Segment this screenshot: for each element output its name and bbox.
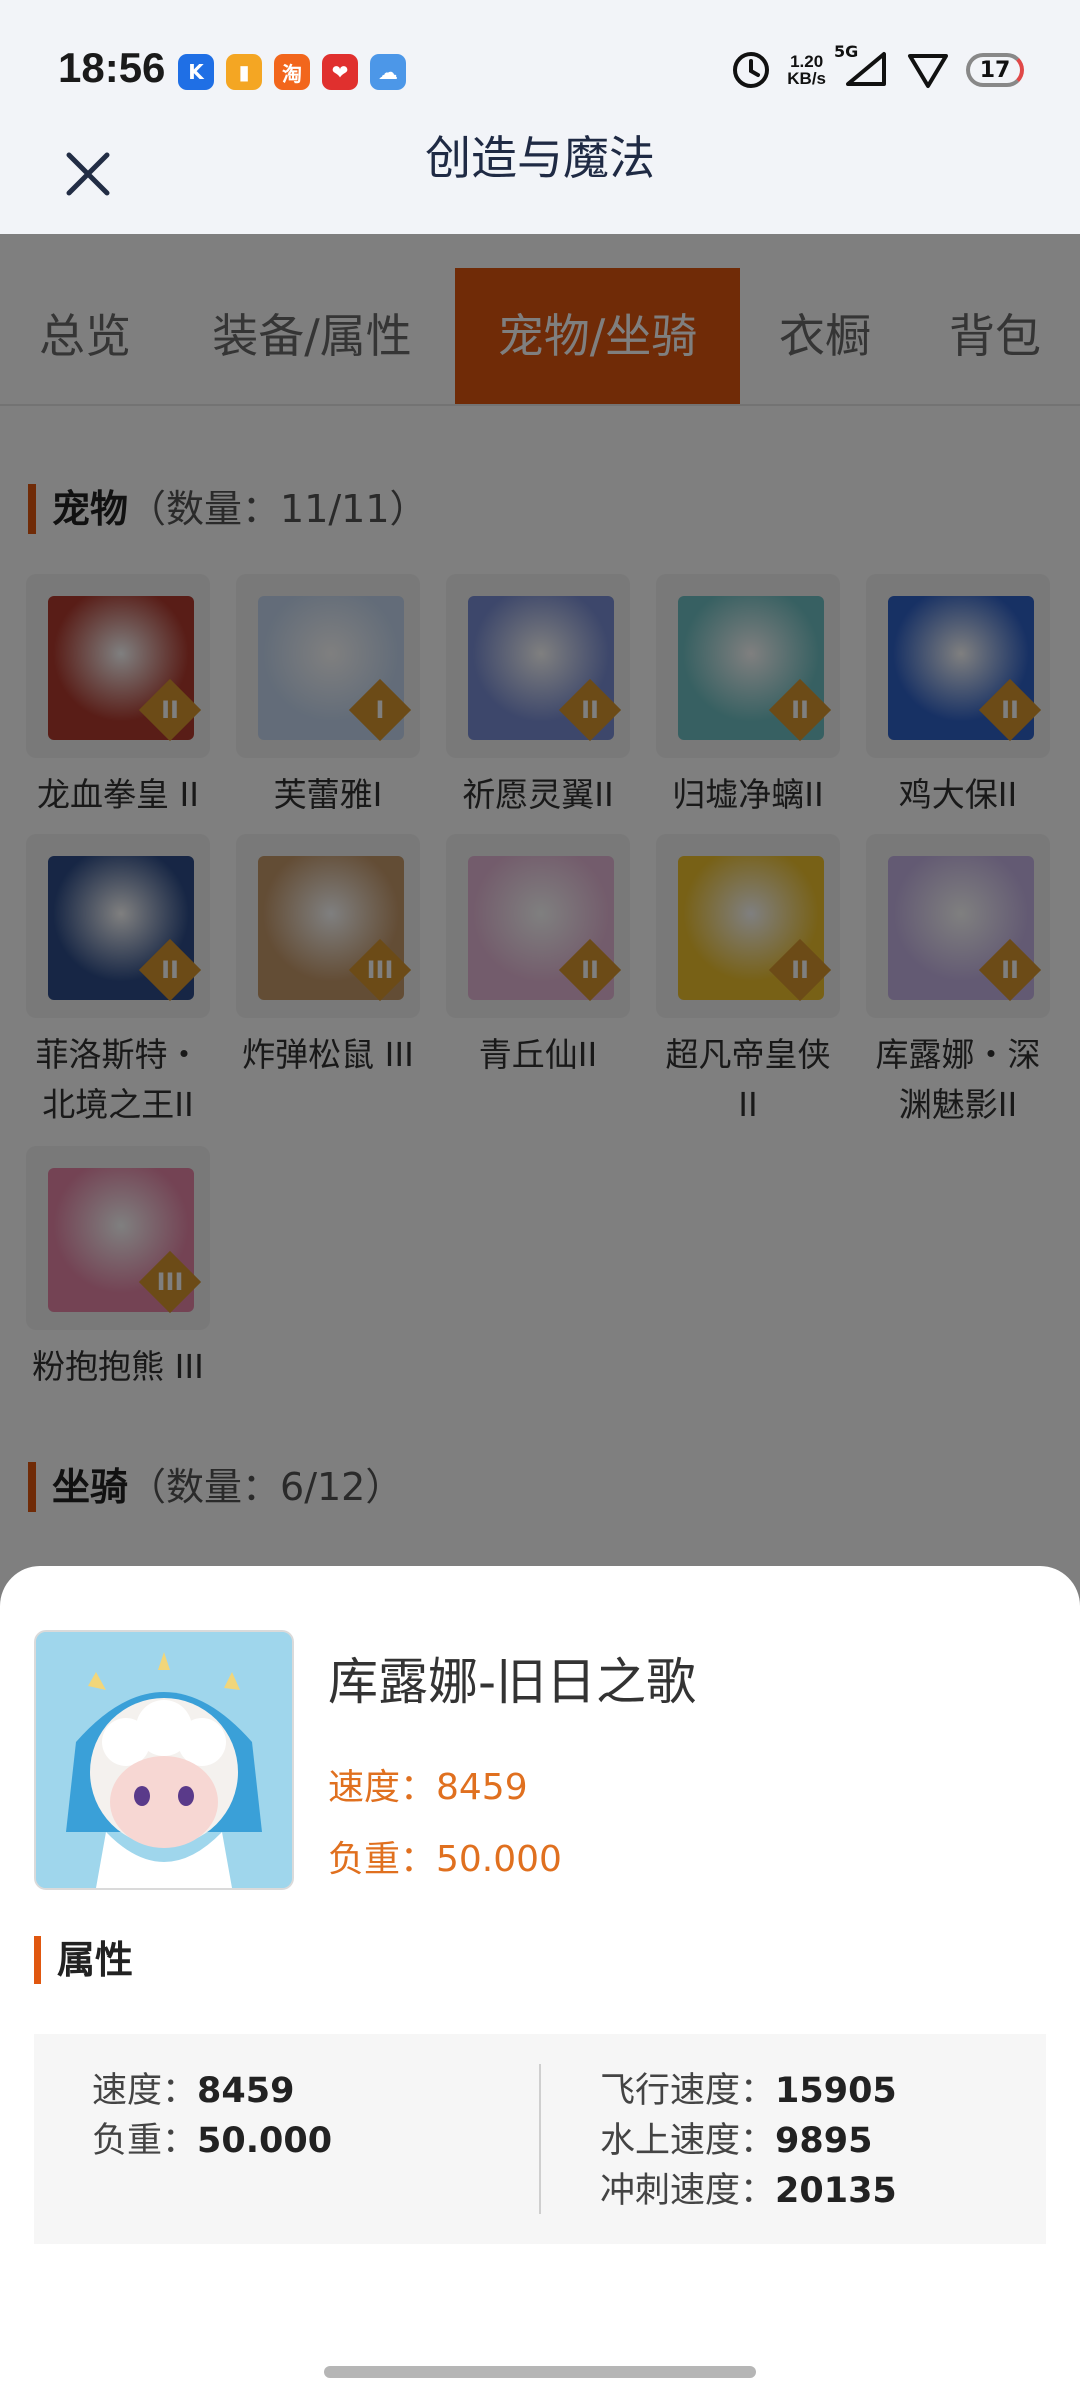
weather-app-icon: ☁ — [370, 54, 406, 90]
wifi-icon — [908, 54, 948, 88]
attributes-right: 飞行速度：15905 水上速度：9895 冲刺速度：20135 — [600, 2066, 897, 2216]
home-indicator[interactable] — [324, 2366, 756, 2378]
mount-name: 库露娜-旧日之歌 — [328, 1653, 697, 1711]
attributes-left: 速度：8459 负重：50.000 — [92, 2066, 332, 2166]
attr-value: 50.000 — [197, 2121, 333, 2161]
mount-portrait — [36, 1632, 292, 1888]
attr-speed: 速度：8459 — [92, 2066, 332, 2116]
status-time: 18:56 — [58, 44, 166, 91]
attr-label: 水上速度： — [600, 2121, 776, 2161]
attributes-panel: 速度：8459 负重：50.000 飞行速度：15905 水上速度：9895 冲… — [34, 2034, 1046, 2244]
attr-label: 速度： — [92, 2071, 198, 2111]
cell-signal: 5G — [834, 42, 890, 92]
notes-app-icon: ▮ — [226, 54, 262, 90]
mount-detail-sheet: 库露娜-旧日之歌 速度：8459 负重：50.000 属性 速度：8459 负重… — [0, 1566, 1080, 2400]
network-type: 5G — [834, 42, 859, 61]
attr-value: 8459 — [197, 2071, 295, 2111]
net-speed-value: 1.20 — [790, 52, 824, 71]
attributes-title: 属性 — [34, 1936, 133, 1984]
attr-value: 20135 — [775, 2171, 897, 2211]
attr-dash-speed: 冲刺速度：20135 — [600, 2166, 897, 2216]
attributes-divider — [539, 2064, 541, 2214]
status-bar: 18:56 K ▮ 淘 ❤ ☁ 1.20 KB/s 5G 17 — [0, 0, 1080, 118]
attr-value: 9895 — [775, 2121, 873, 2161]
alarm-icon — [733, 52, 770, 88]
mount-image — [34, 1630, 294, 1890]
net-speed: 1.20 KB/s — [787, 53, 826, 87]
attr-label: 飞行速度： — [600, 2071, 776, 2111]
attr-value: 15905 — [775, 2071, 897, 2111]
attr-fly-speed: 飞行速度：15905 — [600, 2066, 897, 2116]
net-speed-unit: KB/s — [787, 69, 826, 88]
battery-indicator: 17 — [966, 53, 1024, 87]
mount-load: 负重：50.000 — [328, 1839, 562, 1880]
status-app-icons: K ▮ 淘 ❤ ☁ — [178, 54, 406, 90]
status-indicators: 1.20 KB/s 5G 17 — [731, 42, 1024, 92]
page-title: 创造与魔法 — [425, 131, 655, 185]
attr-water-speed: 水上速度：9895 — [600, 2116, 897, 2166]
attr-load: 负重：50.000 — [92, 2116, 332, 2166]
mount-speed: 速度：8459 — [328, 1767, 528, 1808]
heart-app-icon: ❤ — [322, 54, 358, 90]
app-bar: 创造与魔法 — [0, 118, 1080, 234]
k-app-icon: K — [178, 54, 214, 90]
attr-label: 冲刺速度： — [600, 2171, 776, 2211]
taobao-app-icon: 淘 — [274, 54, 310, 90]
attr-label: 负重： — [92, 2121, 198, 2161]
